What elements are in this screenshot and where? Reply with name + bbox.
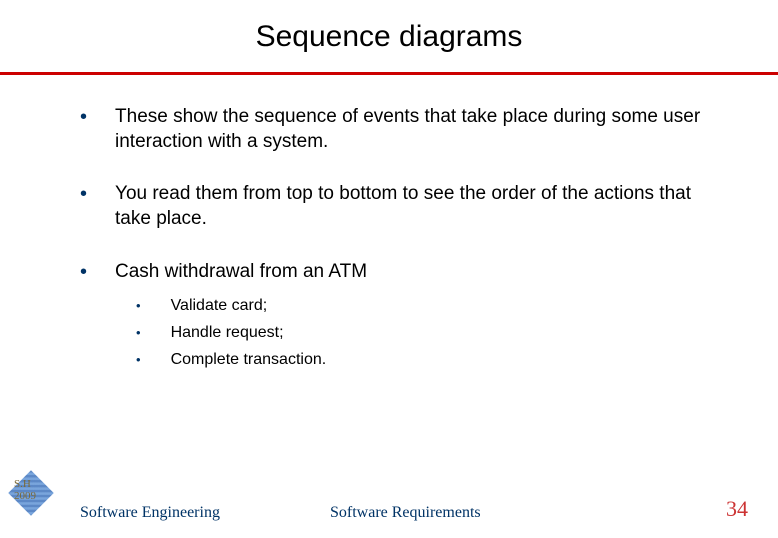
bullet-icon: •: [136, 323, 141, 343]
logo: S.H 2009: [8, 470, 54, 516]
sub-bullet-item: • Complete transaction.: [136, 350, 718, 371]
bullet-icon: •: [80, 260, 87, 284]
sub-bullet-item: • Handle request;: [136, 323, 718, 344]
page-number: 34: [726, 496, 748, 522]
sub-bullet-text: Complete transaction.: [171, 350, 327, 371]
bullet-item: • Cash withdrawal from an ATM: [80, 260, 718, 285]
bullet-icon: •: [80, 182, 87, 206]
slide-title: Sequence diagrams: [0, 0, 778, 72]
sub-bullet-text: Validate card;: [171, 296, 268, 317]
logo-text: S.H 2009: [14, 478, 36, 502]
bullet-text: These show the sequence of events that t…: [115, 105, 718, 154]
bullet-icon: •: [80, 105, 87, 129]
footer-mid-text: Software Requirements: [330, 504, 481, 522]
sub-bullet-list: • Validate card; • Handle request; • Com…: [136, 296, 718, 370]
bullet-item: • You read them from top to bottom to se…: [80, 182, 718, 231]
bullet-item: • These show the sequence of events that…: [80, 105, 718, 154]
bullet-text: Cash withdrawal from an ATM: [115, 260, 367, 285]
sub-bullet-item: • Validate card;: [136, 296, 718, 317]
bullet-icon: •: [136, 296, 141, 316]
sub-bullet-text: Handle request;: [171, 323, 284, 344]
bullet-icon: •: [136, 350, 141, 370]
logo-line1: S.H: [14, 478, 31, 490]
bullet-text: You read them from top to bottom to see …: [115, 182, 718, 231]
slide-footer: S.H 2009 Software Engineering Software R…: [0, 492, 778, 522]
slide-content: • These show the sequence of events that…: [0, 75, 778, 371]
logo-line2: 2009: [14, 490, 36, 502]
footer-left-text: Software Engineering: [80, 504, 220, 522]
